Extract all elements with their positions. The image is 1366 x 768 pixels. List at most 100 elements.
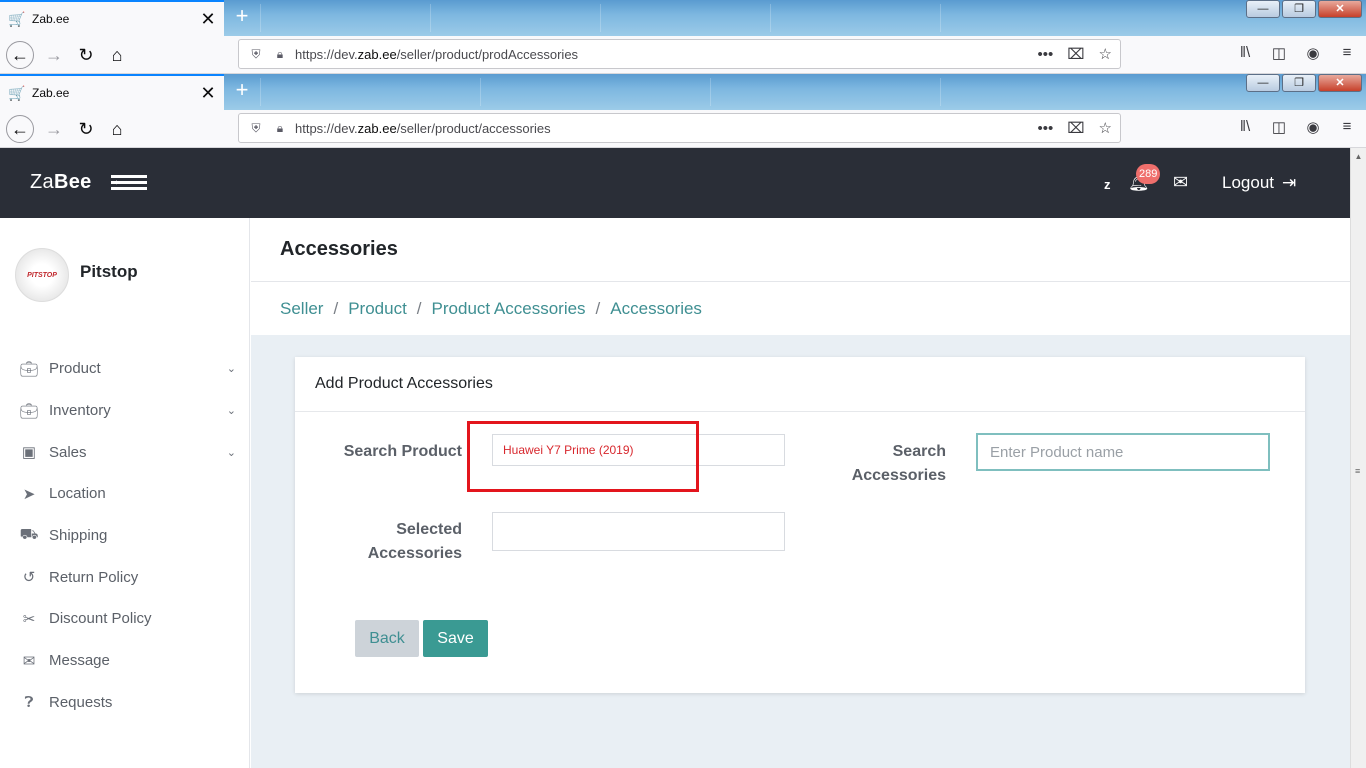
add-accessories-card: Add Product Accessories Search Product S… [295, 357, 1305, 693]
shield-icon[interactable]: ⛨ [247, 47, 265, 62]
breadcrumb-separator: / [333, 298, 339, 318]
background-tab[interactable] [480, 78, 640, 106]
scroll-thumb-icon[interactable]: ≡ [1355, 466, 1360, 476]
minimize-button[interactable]: — [1246, 74, 1280, 92]
shield-icon[interactable]: ⛨ [247, 121, 265, 136]
page-actions-icon[interactable]: ••• [1037, 120, 1053, 137]
lock-icon[interactable]: 🔒︎ [271, 47, 289, 62]
library-icon[interactable]: ‖\ [1236, 44, 1254, 62]
page-actions-icon[interactable]: ••• [1037, 46, 1053, 63]
store-avatar: PITSTOP [15, 248, 69, 302]
tab-title: Zab.ee [32, 86, 70, 100]
home-icon[interactable]: ⌂ [103, 115, 131, 143]
sidebar-toggle-icon[interactable]: ← [111, 172, 147, 192]
window-controls: — ❐ ✕ [1246, 0, 1362, 18]
library-icon[interactable]: ‖\ [1236, 118, 1254, 136]
sidebar-item-shipping[interactable]: ⛟ Shipping [0, 515, 250, 557]
close-tab-icon[interactable]: ✕ [200, 83, 216, 104]
minimize-button[interactable]: — [1246, 0, 1280, 18]
sidebar-icon[interactable]: ◫ [1270, 118, 1288, 136]
selected-accessories-field[interactable] [492, 512, 785, 551]
new-tab-button[interactable]: + [230, 78, 254, 104]
undo-icon: ↺ [22, 569, 36, 587]
sidebar-item-requests[interactable]: ❓︎ Requests [0, 682, 250, 724]
background-tab[interactable] [940, 78, 1100, 106]
menu-icon[interactable]: ≡ [1338, 44, 1356, 62]
background-tab[interactable] [430, 4, 590, 32]
store-profile: PITSTOP Pitstop [15, 248, 138, 302]
browser-navbar: ← → ↻ ⌂ ⛨ 🔒︎ https://dev.zab.ee/seller/p… [0, 110, 1366, 148]
briefcase-icon: 💼︎ [19, 360, 39, 378]
back-button[interactable]: Back [355, 620, 419, 657]
sidebar-item-location[interactable]: ➤ Location [0, 473, 250, 515]
zabee-logo[interactable]: ZaBee [30, 171, 92, 194]
save-button[interactable]: Save [423, 620, 488, 657]
envelope-icon[interactable]: ✉︎ [1173, 172, 1188, 193]
sidebar-item-sales[interactable]: ▣ Sales ⌄ [0, 431, 250, 473]
account-icon[interactable]: ◉ [1304, 118, 1322, 136]
bookmark-star-icon[interactable]: ☆ [1099, 45, 1112, 63]
sidebar-item-label: Location [49, 485, 106, 503]
breadcrumb-product-accessories[interactable]: Product Accessories [432, 299, 586, 319]
sidebar-item-message[interactable]: ✉︎ Message [0, 640, 250, 682]
background-tab[interactable] [260, 4, 420, 32]
active-tab[interactable]: 🛒 Zab.ee ✕ [0, 0, 224, 36]
sidebar-item-product[interactable]: 💼︎ Product ⌄ [0, 348, 250, 390]
pocket-icon[interactable]: ⌧ [1067, 45, 1084, 63]
background-tab[interactable] [600, 4, 760, 32]
window-controls: — ❐ ✕ [1246, 74, 1362, 92]
address-bar[interactable]: ⛨ 🔒︎ https://dev.zab.ee/seller/product/p… [238, 39, 1121, 69]
breadcrumb-seller[interactable]: Seller [280, 299, 323, 319]
back-arrow-icon[interactable]: ← [6, 115, 34, 143]
chevron-down-icon: ⌄ [226, 363, 236, 376]
lock-icon[interactable]: 🔒︎ [271, 121, 289, 136]
forward-arrow-icon[interactable]: → [40, 41, 68, 69]
background-tab[interactable] [770, 4, 930, 32]
forward-arrow-icon[interactable]: → [40, 115, 68, 143]
question-icon: ❓︎ [24, 693, 34, 711]
app-header: ZaBee ← z 🔔︎ 289 ✉︎ Logout ⇥ [0, 148, 1350, 218]
breadcrumb-accessories[interactable]: Accessories [610, 299, 702, 319]
scroll-up-icon[interactable]: ▲ [1351, 152, 1366, 161]
search-product-input[interactable] [492, 434, 785, 466]
sidebar-item-label: Sales [49, 443, 87, 461]
sidebar-item-discount-policy[interactable]: ✂ Discount Policy [0, 598, 250, 640]
account-icon[interactable]: ◉ [1304, 44, 1322, 62]
background-tab[interactable] [940, 4, 1100, 32]
menu-icon[interactable]: ≡ [1338, 118, 1356, 136]
search-product-label: Search Product [343, 443, 462, 460]
sidebar-item-return-policy[interactable]: ↺ Return Policy [0, 556, 250, 598]
new-tab-button[interactable]: + [230, 4, 254, 30]
active-tab[interactable]: 🛒 Zab.ee ✕ [0, 74, 224, 110]
tab-title: Zab.ee [32, 12, 70, 26]
url-text[interactable]: https://dev.zab.ee/seller/product/access… [295, 121, 1023, 136]
search-accessories-input[interactable] [976, 433, 1270, 471]
breadcrumb-product[interactable]: Product [348, 299, 407, 319]
close-window-button[interactable]: ✕ [1318, 0, 1362, 18]
bookmark-star-icon[interactable]: ☆ [1099, 119, 1112, 137]
back-arrow-icon[interactable]: ← [6, 41, 34, 69]
page-title: Accessories [280, 238, 398, 260]
maximize-button[interactable]: ❐ [1282, 0, 1316, 18]
sidebar-item-inventory[interactable]: 💼︎ Inventory ⌄ [0, 390, 250, 432]
user-initial[interactable]: z [1104, 177, 1111, 192]
sign-out-icon: ⇥ [1282, 173, 1297, 192]
maximize-button[interactable]: ❐ [1282, 74, 1316, 92]
close-tab-icon[interactable]: ✕ [200, 9, 216, 30]
reload-icon[interactable]: ↻ [72, 41, 100, 69]
reload-icon[interactable]: ↻ [72, 115, 100, 143]
vertical-scrollbar[interactable]: ▲ ≡ [1350, 148, 1366, 768]
browser-toolbar: ‖\ ◫ ◉ ≡ [1236, 44, 1356, 62]
close-window-button[interactable]: ✕ [1318, 74, 1362, 92]
browser-tabbar: 🛒 Zab.ee ✕ + — ❐ ✕ [0, 74, 1366, 110]
url-text[interactable]: https://dev.zab.ee/seller/product/prodAc… [295, 47, 1023, 62]
location-arrow-icon: ➤ [22, 485, 36, 503]
pocket-icon[interactable]: ⌧ [1067, 119, 1084, 137]
address-bar[interactable]: ⛨ 🔒︎ https://dev.zab.ee/seller/product/a… [238, 113, 1121, 143]
logout-button[interactable]: Logout ⇥ [1222, 173, 1296, 193]
sidebar-icon[interactable]: ◫ [1270, 44, 1288, 62]
background-tab[interactable] [710, 78, 870, 106]
home-icon[interactable]: ⌂ [103, 41, 131, 69]
background-tab[interactable] [260, 78, 420, 106]
store-name: Pitstop [80, 262, 138, 281]
